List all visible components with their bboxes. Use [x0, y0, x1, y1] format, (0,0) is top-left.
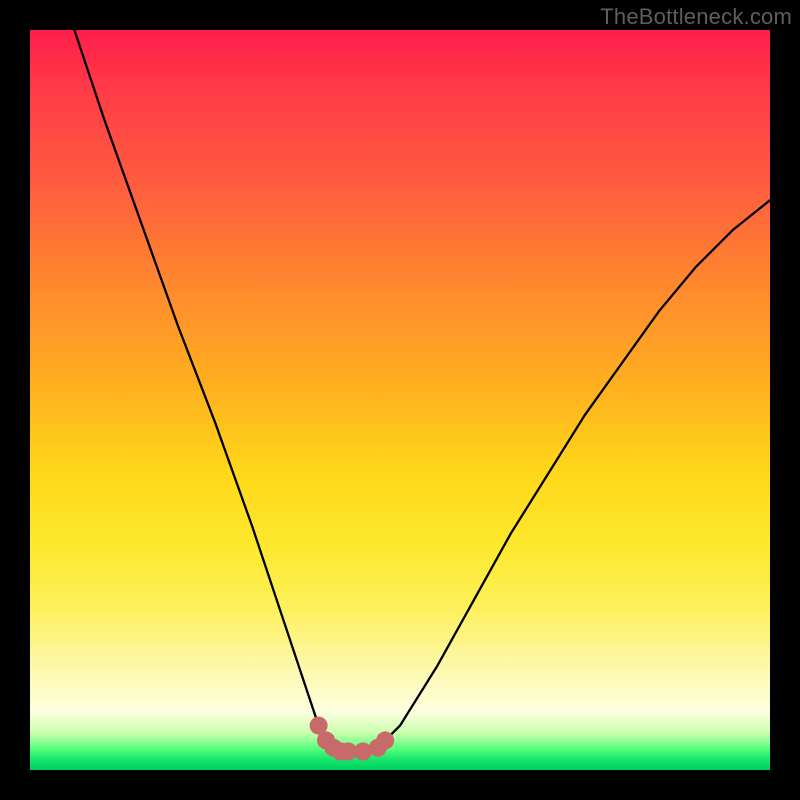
- plot-area: [30, 30, 770, 770]
- highlight-dots: [310, 717, 395, 761]
- watermark-text: TheBottleneck.com: [600, 4, 792, 30]
- curve-svg: [30, 30, 770, 770]
- highlight-dot: [376, 731, 394, 749]
- chart-frame: TheBottleneck.com: [0, 0, 800, 800]
- bottleneck-curve: [74, 30, 770, 752]
